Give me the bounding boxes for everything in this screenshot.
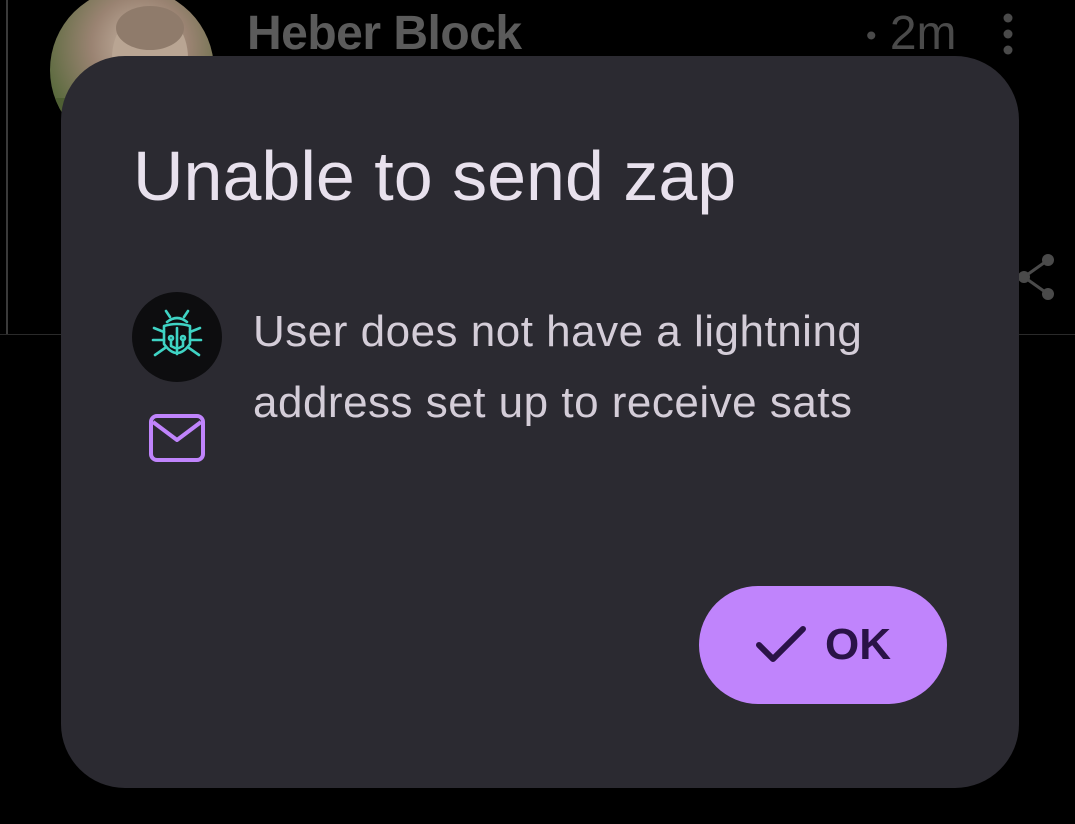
- time-ago: 2m: [889, 7, 957, 60]
- check-icon: [756, 626, 806, 662]
- more-vert-icon[interactable]: [996, 12, 1020, 56]
- post-time: • 2m: [866, 6, 957, 61]
- dialog-message: User does not have a lightning address s…: [253, 307, 863, 427]
- share-icon[interactable]: [1014, 252, 1058, 302]
- zap-error-dialog: Unable to send zap User does not have a …: [61, 56, 1019, 788]
- ok-button[interactable]: OK: [699, 586, 947, 704]
- mail-icon[interactable]: [147, 412, 207, 466]
- bug-icon: [151, 309, 203, 357]
- dialog-title: Unable to send zap: [133, 137, 737, 215]
- separator-dot: •: [866, 19, 877, 53]
- ok-button-label: OK: [825, 620, 891, 669]
- author-name[interactable]: Heber Block: [247, 6, 522, 61]
- screen: Heber Block • 2m Unable to send zap User…: [0, 0, 1075, 824]
- thread-rail: [6, 0, 8, 334]
- bug-avatar: [132, 292, 222, 382]
